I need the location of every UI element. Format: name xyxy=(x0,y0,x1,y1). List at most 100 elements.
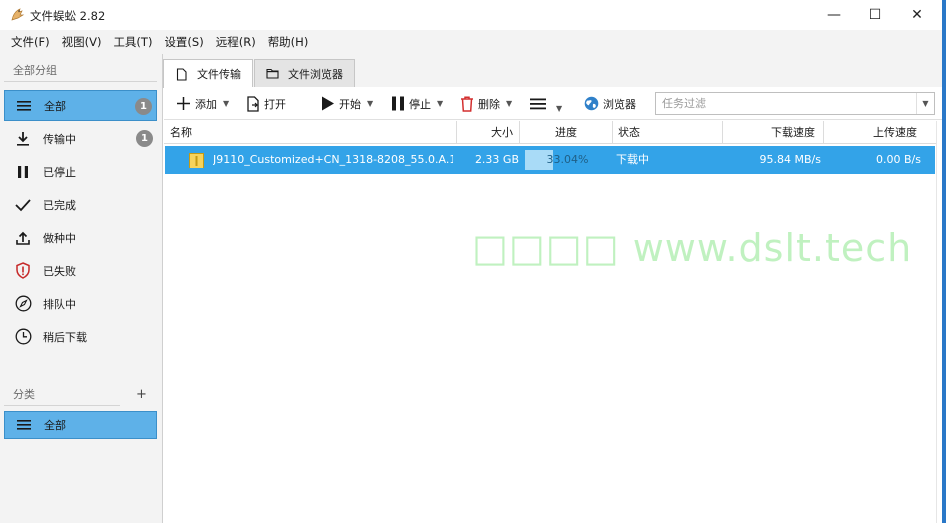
sidebar-item-label: 已停止 xyxy=(43,165,76,179)
add-category-button[interactable]: + xyxy=(136,387,147,402)
task-table: J9110_Customized+CN_1318-8208_55.0.A.1..… xyxy=(164,144,936,523)
table-row[interactable]: J9110_Customized+CN_1318-8208_55.0.A.1..… xyxy=(165,146,935,174)
maximize-button[interactable]: ☐ xyxy=(853,0,897,30)
delete-button[interactable]: 删除 ▼ xyxy=(460,93,512,114)
categories-title: 分类 xyxy=(13,388,35,401)
task-filter-input[interactable] xyxy=(656,93,916,114)
open-button[interactable]: 打开 xyxy=(246,93,286,114)
divider xyxy=(4,81,157,82)
sidebar-item-label: 做种中 xyxy=(43,231,76,245)
download-icon xyxy=(14,130,32,148)
list-icon xyxy=(15,97,33,115)
column-header-download-speed[interactable]: 下载速度 xyxy=(723,121,824,144)
menu-help[interactable]: 帮助(H) xyxy=(262,31,315,53)
sidebar-item-stopped[interactable]: 已停止 xyxy=(4,156,157,187)
category-item-label: 全部 xyxy=(44,419,66,432)
tab-label: 文件浏览器 xyxy=(288,67,343,81)
progress-text: 33.04% xyxy=(546,153,589,166)
chevron-down-icon: ▼ xyxy=(367,99,374,108)
sidebar-item-label: 排队中 xyxy=(43,297,76,311)
pause-icon xyxy=(14,163,32,181)
plus-icon xyxy=(176,96,191,111)
title-bar: 文件蜈蚣 2.82 — ☐ ✕ xyxy=(0,0,946,30)
column-header-progress[interactable]: 进度 xyxy=(520,121,613,144)
menu-tools[interactable]: 工具(T) xyxy=(107,31,158,53)
divider xyxy=(4,405,120,406)
sidebar-item-transferring[interactable]: 传输中 1 xyxy=(4,123,157,154)
play-icon xyxy=(321,96,335,111)
app-logo-icon xyxy=(11,8,25,21)
window-title: 文件蜈蚣 2.82 xyxy=(30,9,106,23)
column-header-upload-speed[interactable]: 上传速度 xyxy=(824,121,936,144)
sidebar-item-label: 全部 xyxy=(44,99,66,113)
browser-button[interactable]: 浏览器 xyxy=(584,93,636,114)
minimize-button[interactable]: — xyxy=(812,0,856,30)
window-edge xyxy=(942,0,946,523)
sidebar-item-label: 已完成 xyxy=(43,198,76,212)
tab-file-transfer[interactable]: 文件传输 xyxy=(163,59,253,88)
sidebar-item-failed[interactable]: 已失败 xyxy=(4,255,157,286)
menu-icon xyxy=(530,97,546,111)
minimize-icon: — xyxy=(827,7,841,23)
close-button[interactable]: ✕ xyxy=(895,0,939,30)
task-filter-combobox[interactable]: ▼ xyxy=(655,92,935,115)
task-upload-speed: 0.00 B/s xyxy=(876,153,921,166)
globe-icon xyxy=(584,96,599,111)
task-name: J9110_Customized+CN_1318-8208_55.0.A.1..… xyxy=(213,153,453,166)
sidebar-item-completed[interactable]: 已完成 xyxy=(4,189,157,220)
file-icon xyxy=(176,67,187,81)
column-header-size[interactable]: 大小 xyxy=(457,121,520,144)
column-header-name[interactable]: 名称 xyxy=(164,121,457,144)
sidebar-item-seeding[interactable]: 做种中 xyxy=(4,222,157,253)
stop-button[interactable]: 停止 ▼ xyxy=(391,93,443,114)
close-icon: ✕ xyxy=(911,7,923,23)
sidebar-item-label: 已失败 xyxy=(43,264,76,278)
add-button[interactable]: 添加 ▼ xyxy=(176,93,229,114)
task-size: 2.33 GB xyxy=(474,153,519,166)
stop-label: 停止 xyxy=(409,97,431,111)
chevron-down-icon: ▼ xyxy=(223,99,230,108)
view-menu-button[interactable]: ▼ xyxy=(530,93,562,114)
menu-view[interactable]: 视图(V) xyxy=(56,31,108,53)
count-badge: 1 xyxy=(135,98,152,115)
pause-icon xyxy=(391,96,405,111)
tab-file-browser[interactable]: 文件浏览器 xyxy=(254,59,355,87)
menu-bar: 文件(F) 视图(V) 工具(T) 设置(S) 远程(R) 帮助(H) xyxy=(0,30,946,54)
table-header: 名称 大小 进度 状态 下载速度 上传速度 xyxy=(164,121,936,144)
start-button[interactable]: 开始 ▼ xyxy=(321,93,373,114)
delete-label: 删除 xyxy=(478,97,500,111)
tab-label: 文件传输 xyxy=(197,68,241,81)
chevron-down-icon: ▼ xyxy=(437,99,444,108)
upload-icon xyxy=(14,229,32,247)
start-label: 开始 xyxy=(339,97,361,111)
progress-bar: 33.04% xyxy=(525,150,610,170)
groups-title: 全部分组 xyxy=(13,64,57,77)
menu-settings[interactable]: 设置(S) xyxy=(158,31,209,53)
column-header-status[interactable]: 状态 xyxy=(613,121,723,144)
sidebar-item-label: 传输中 xyxy=(43,132,76,146)
sidebar-item-all[interactable]: 全部 1 xyxy=(4,90,157,121)
chevron-down-icon: ▼ xyxy=(556,104,563,113)
list-icon xyxy=(15,416,33,434)
toolbar: 添加 ▼ 打开 开始 ▼ 停止 ▼ 删除 ▼ ▼ 浏览器 任务过滤 ▼ xyxy=(164,87,942,120)
check-icon xyxy=(14,196,32,214)
sidebar-item-label: 稍后下载 xyxy=(43,330,87,344)
sidebar-item-later[interactable]: 稍后下载 xyxy=(4,321,157,352)
sidebar-item-queued[interactable]: 排队中 xyxy=(4,288,157,319)
category-item-all[interactable]: 全部 xyxy=(4,411,157,439)
task-status: 下载中 xyxy=(616,153,649,166)
clock-icon xyxy=(14,328,32,346)
tab-strip: 文件传输 文件浏览器 xyxy=(163,54,946,88)
menu-remote[interactable]: 远程(R) xyxy=(210,31,262,53)
maximize-icon: ☐ xyxy=(868,7,882,23)
sidebar: 全部分组 全部 1 传输中 1 已停止 已完成 做种中 已失败 排队中 稍后下载… xyxy=(0,54,163,523)
chevron-down-icon[interactable]: ▼ xyxy=(916,93,934,114)
menu-file[interactable]: 文件(F) xyxy=(5,31,56,53)
browser-label: 浏览器 xyxy=(603,97,636,111)
task-download-speed: 95.84 MB/s xyxy=(759,153,821,166)
chevron-down-icon: ▼ xyxy=(506,99,513,108)
shield-alert-icon xyxy=(14,262,32,280)
watermark-text: □□□□ www.dslt.tech xyxy=(472,226,913,270)
file-type-icon xyxy=(189,152,204,168)
add-label: 添加 xyxy=(195,97,217,111)
